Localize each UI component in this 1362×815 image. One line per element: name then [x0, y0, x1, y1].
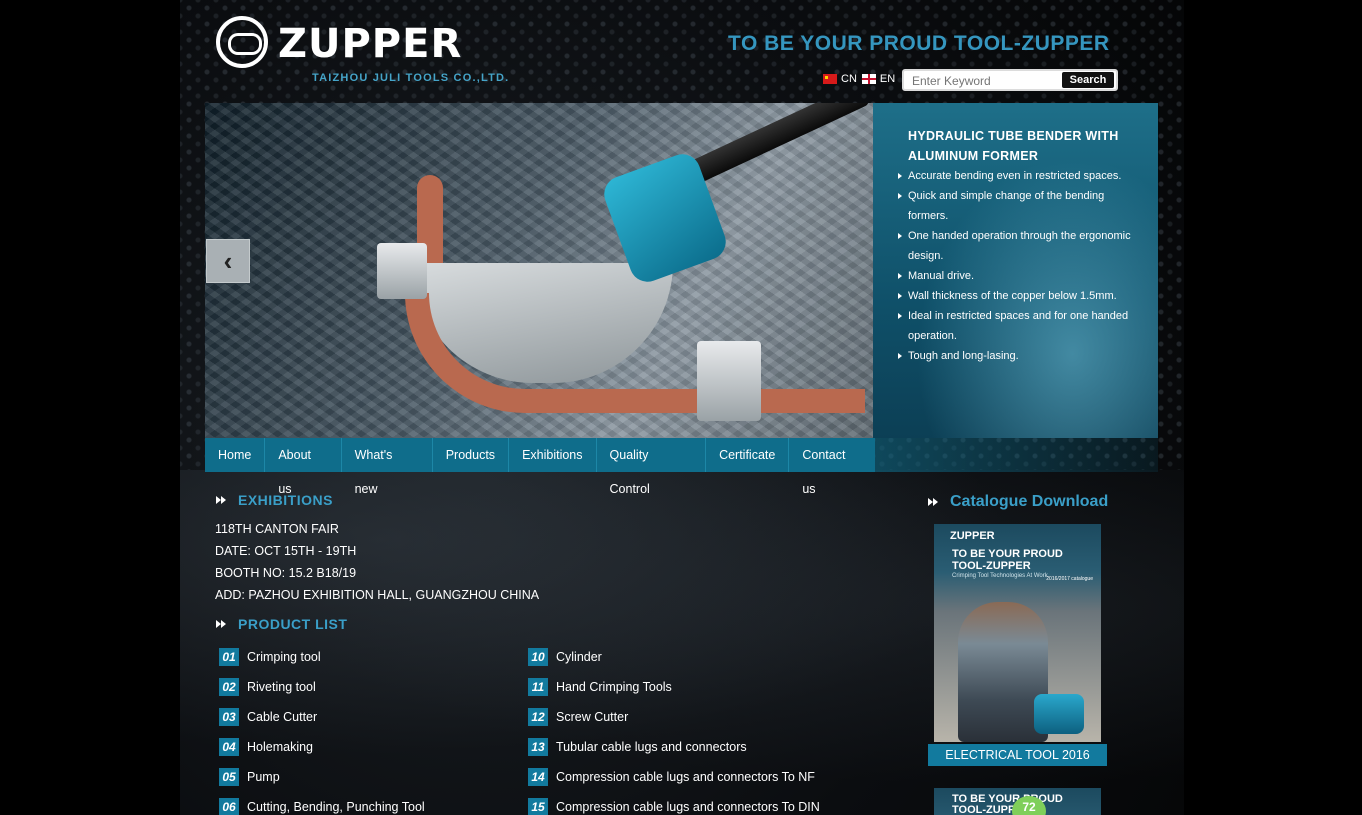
- banner-slider: HYDRAULIC TUBE BENDER WITH ALUMINUM FORM…: [205, 103, 1158, 438]
- logo-wordmark: ZUPPER: [278, 21, 463, 67]
- catalogue-heading: Catalogue Download: [928, 493, 1108, 511]
- section-title: EXHIBITIONS: [238, 492, 333, 508]
- clamp-shape: [697, 341, 761, 421]
- product-number: 01: [219, 648, 239, 666]
- product-label[interactable]: Crimping tool: [247, 650, 321, 664]
- product-number: 04: [219, 738, 239, 756]
- search-button[interactable]: Search: [1062, 72, 1114, 88]
- catalogue-year: 2016/2017 catalogue: [1046, 576, 1093, 582]
- feature-item: One handed operation through the ergonom…: [897, 226, 1137, 266]
- lang-cn-link[interactable]: CN: [841, 73, 857, 85]
- product-number: 03: [219, 708, 239, 726]
- nav-about-us[interactable]: About us: [265, 438, 342, 496]
- product-item[interactable]: 02 Riveting tool: [219, 678, 316, 696]
- banner-image: [205, 103, 873, 438]
- product-item[interactable]: 15 Compression cable lugs and connectors …: [528, 798, 820, 815]
- nav-exhibitions[interactable]: Exhibitions: [509, 438, 597, 472]
- exhibition-info: 118TH CANTON FAIR DATE: OCT 15TH - 19TH …: [215, 518, 539, 606]
- product-label[interactable]: Hand Crimping Tools: [556, 680, 672, 694]
- nav-quality-control[interactable]: Quality Control: [597, 438, 707, 496]
- nav-certificate[interactable]: Certificate: [706, 438, 790, 472]
- section-title: Catalogue Download: [950, 493, 1109, 510]
- product-item[interactable]: 14 Compression cable lugs and connectors …: [528, 768, 815, 786]
- product-item[interactable]: 06 Cutting, Bending, Punching Tool: [219, 798, 425, 815]
- product-number: 12: [528, 708, 548, 726]
- company-name: TAIZHOU JULI TOOLS CO.,LTD.: [312, 72, 510, 84]
- feature-item: Quick and simple change of the bending f…: [897, 186, 1137, 226]
- product-item[interactable]: 05 Pump: [219, 768, 280, 786]
- product-number: 13: [528, 738, 548, 756]
- exhibition-line: DATE: OCT 15TH - 19TH: [215, 544, 357, 558]
- product-label[interactable]: Pump: [247, 770, 280, 784]
- product-number: 10: [528, 648, 548, 666]
- page-wrapper: ZUPPER TAIZHOU JULI TOOLS CO.,LTD. TO BE…: [180, 0, 1184, 815]
- exhibition-line: 118TH CANTON FAIR: [215, 522, 339, 536]
- banner-title: HYDRAULIC TUBE BENDER WITH ALUMINUM FORM…: [908, 129, 1119, 163]
- product-label[interactable]: Screw Cutter: [556, 710, 628, 724]
- search-box: Search: [902, 69, 1118, 91]
- exhibition-line: BOOTH NO: 15.2 B18/19: [215, 566, 357, 580]
- product-label[interactable]: Cylinder: [556, 650, 602, 664]
- product-item[interactable]: 10 Cylinder: [528, 648, 602, 666]
- catalogue-tool-image: [1034, 694, 1084, 734]
- product-item[interactable]: 13 Tubular cable lugs and connectors: [528, 738, 747, 756]
- product-item[interactable]: 04 Holemaking: [219, 738, 313, 756]
- feature-item: Tough and long-lasing.: [897, 346, 1137, 366]
- feature-item: Manual drive.: [897, 266, 1137, 286]
- product-label[interactable]: Cable Cutter: [247, 710, 317, 724]
- double-chevron-right-icon: [216, 495, 228, 505]
- uk-flag-icon[interactable]: [861, 74, 876, 84]
- catalogue-cover[interactable]: ZUPPER TO BE YOUR PROUD TOOL-ZUPPER Crim…: [934, 524, 1101, 742]
- product-label[interactable]: Compression cable lugs and connectors To…: [556, 800, 820, 814]
- exhibitions-heading: EXHIBITIONS: [216, 492, 333, 508]
- product-number: 11: [528, 678, 548, 696]
- product-label[interactable]: Holemaking: [247, 740, 313, 754]
- slogan: TO BE YOUR PROUD TOOL-ZUPPER: [728, 32, 1110, 55]
- nav-extension: [875, 438, 1158, 472]
- feature-item: Accurate bending even in restricted spac…: [897, 166, 1137, 186]
- banner-description: HYDRAULIC TUBE BENDER WITH ALUMINUM FORM…: [873, 103, 1158, 438]
- chevron-left-icon[interactable]: ‹: [206, 239, 250, 283]
- product-number: 15: [528, 798, 548, 815]
- product-number: 02: [219, 678, 239, 696]
- catalogue-headline: TO BE YOUR PROUD TOOL-ZUPPER: [952, 548, 1063, 572]
- nav-home[interactable]: Home: [205, 438, 266, 472]
- exhibition-line: ADD: PAZHOU EXHIBITION HALL, GUANGZHOU C…: [215, 588, 540, 602]
- search-input[interactable]: [910, 72, 1064, 90]
- product-item[interactable]: 01 Crimping tool: [219, 648, 321, 666]
- clamp-shape: [377, 243, 427, 299]
- catalogue-logo: ZUPPER: [950, 530, 995, 542]
- nav-contact-us[interactable]: Contact us: [789, 438, 875, 496]
- language-switcher: CN EN: [823, 73, 897, 85]
- china-flag-icon[interactable]: [823, 74, 837, 84]
- nav-products[interactable]: Products: [433, 438, 510, 472]
- double-chevron-right-icon: [928, 497, 940, 507]
- catalogue-cover-2[interactable]: TO BE YOUR PROUD TOOL-ZUPPER 72: [934, 788, 1101, 815]
- tool-rod-shape: [679, 103, 871, 189]
- section-title: PRODUCT LIST: [238, 616, 348, 632]
- product-label[interactable]: Compression cable lugs and connectors To…: [556, 770, 815, 784]
- catalogue-download-link[interactable]: ELECTRICAL TOOL 2016: [928, 744, 1107, 766]
- feature-item: Wall thickness of the copper below 1.5mm…: [897, 286, 1137, 306]
- product-list-heading: PRODUCT LIST: [216, 616, 347, 632]
- product-number: 06: [219, 798, 239, 815]
- pipe-bend-shape: [405, 293, 865, 413]
- product-number: 05: [219, 768, 239, 786]
- product-item[interactable]: 12 Screw Cutter: [528, 708, 628, 726]
- feature-item: Ideal in restricted spaces and for one h…: [897, 306, 1137, 346]
- nav-whats-new[interactable]: What's new: [342, 438, 433, 496]
- lang-en-link[interactable]: EN: [880, 73, 895, 85]
- product-number: 14: [528, 768, 548, 786]
- product-label[interactable]: Riveting tool: [247, 680, 316, 694]
- main-nav: Home About us What's new Products Exhibi…: [205, 438, 875, 496]
- feature-list: Accurate bending even in restricted spac…: [897, 166, 1137, 366]
- double-chevron-right-icon: [216, 619, 228, 629]
- product-label[interactable]: Tubular cable lugs and connectors: [556, 740, 747, 754]
- product-item[interactable]: 03 Cable Cutter: [219, 708, 317, 726]
- product-label[interactable]: Cutting, Bending, Punching Tool: [247, 800, 425, 814]
- product-item[interactable]: 11 Hand Crimping Tools: [528, 678, 672, 696]
- catalogue-subtitle: Crimping Tool Technologies At Work: [952, 573, 1048, 579]
- site-logo[interactable]: ZUPPER TAIZHOU JULI TOOLS CO.,LTD.: [216, 16, 508, 88]
- logo-mark-icon: [216, 16, 268, 68]
